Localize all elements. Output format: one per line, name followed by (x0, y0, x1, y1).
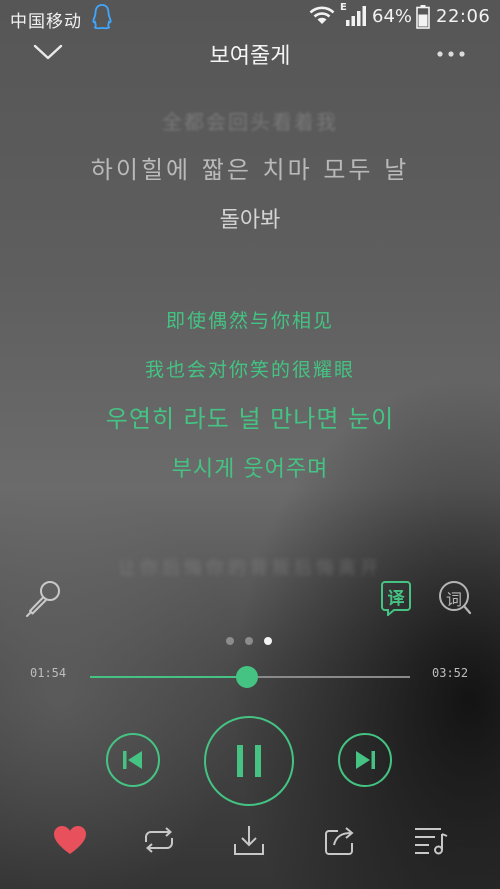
lyric-line: 돌아봐 (219, 208, 281, 233)
lyric-line-faded: 全都会回头看着我 (162, 110, 338, 134)
pause-icon[interactable] (204, 716, 294, 806)
page-dot[interactable] (226, 637, 234, 645)
page-dot[interactable] (245, 637, 253, 645)
status-bar: 中国移动 E 64% 22:06 (0, 0, 500, 34)
qq-penguin-icon (92, 4, 112, 34)
lyric-line-faded: 让你后悔你的背叛后悔离开 (118, 558, 382, 579)
lyric-label: 词 (445, 590, 462, 609)
seek-bar[interactable] (90, 666, 410, 688)
translate-toggle-button[interactable]: 译 (380, 580, 412, 616)
lyric-line-current: 우연히 라도 널 만나면 눈이 (105, 405, 395, 433)
seek-handle[interactable] (235, 666, 258, 688)
current-time: 01:54 (30, 666, 67, 680)
more-dots-icon[interactable] (434, 46, 470, 60)
lyric-line: 하이힐에 짧은 치마 모두 날 (90, 156, 410, 184)
signal-bars-icon (346, 6, 368, 30)
share-icon[interactable] (320, 822, 360, 858)
total-time: 03:52 (432, 666, 469, 680)
lyric-translation-current: 我也会对你笑的很耀眼 (144, 359, 355, 381)
seek-bar-fill (90, 676, 247, 678)
skip-previous-icon[interactable] (106, 733, 160, 787)
lyric-search-button[interactable]: 词 (438, 580, 472, 616)
status-time: 22:06 (436, 6, 491, 27)
download-icon[interactable] (229, 822, 269, 858)
page-dot-active[interactable] (264, 637, 272, 645)
playlist-icon[interactable] (411, 822, 451, 858)
lyrics-panel[interactable]: 全都会回头看着我 하이힐에 짧은 치마 모두 날 돌아봐 即使偶然与你相见 我也… (0, 100, 500, 579)
lyric-translation-current: 即使偶然与你相见 (165, 310, 334, 332)
translate-label: 译 (387, 589, 405, 609)
repeat-icon[interactable] (139, 822, 179, 858)
lyric-line-current: 부시게 웃어주며 (171, 457, 329, 482)
page-indicator (226, 637, 272, 645)
song-title: 보여줄게 (209, 44, 291, 69)
microphone-icon[interactable] (24, 578, 64, 622)
skip-next-icon[interactable] (338, 733, 392, 787)
carrier-name: 中国移动 (10, 12, 82, 32)
battery-icon (416, 5, 430, 33)
battery-percent: 64% (372, 6, 413, 27)
heart-icon[interactable] (50, 822, 90, 858)
wifi-icon (308, 6, 336, 30)
